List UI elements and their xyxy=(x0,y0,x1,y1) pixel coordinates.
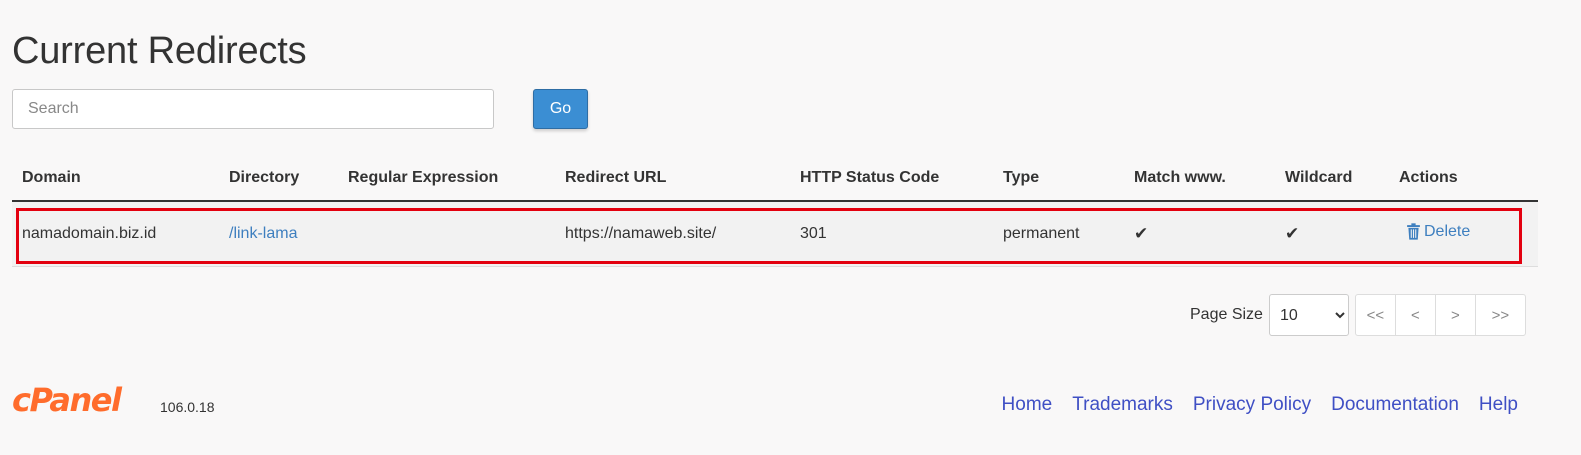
cpanel-logo[interactable]: cPanel xyxy=(12,383,158,417)
checkmark-icon: ✔ xyxy=(1134,224,1149,243)
cell-wildcard: ✔ xyxy=(1275,201,1389,267)
first-page-button[interactable]: << xyxy=(1354,294,1396,336)
table-row: namadomain.biz.id /link-lama https://nam… xyxy=(12,201,1538,267)
header-wildcard[interactable]: Wildcard xyxy=(1275,156,1389,202)
table-header-row: Domain Directory Regular Expression Redi… xyxy=(12,156,1538,202)
footer-links: Home Trademarks Privacy Policy Documenta… xyxy=(1002,394,1518,416)
last-page-button[interactable]: >> xyxy=(1474,294,1526,336)
page-size-select[interactable]: 10 xyxy=(1268,294,1349,336)
delete-label: Delete xyxy=(1424,222,1471,240)
header-directory[interactable]: Directory xyxy=(219,156,338,202)
header-regular-expression[interactable]: Regular Expression xyxy=(338,156,555,202)
version-number: 106.0.18 xyxy=(160,399,215,415)
search-input[interactable] xyxy=(12,89,494,129)
footer-link-help[interactable]: Help xyxy=(1479,394,1518,416)
header-redirect-url[interactable]: Redirect URL xyxy=(555,156,790,202)
header-match-www[interactable]: Match www. xyxy=(1124,156,1275,202)
cell-match-www: ✔ xyxy=(1124,201,1275,267)
checkmark-icon: ✔ xyxy=(1285,224,1300,243)
directory-link[interactable]: /link-lama xyxy=(229,225,297,242)
cell-regular-expression xyxy=(338,201,555,267)
go-button[interactable]: Go xyxy=(533,89,588,129)
cell-directory: /link-lama xyxy=(219,201,338,267)
footer-link-home[interactable]: Home xyxy=(1002,394,1053,416)
page-size-label: Page Size xyxy=(1190,306,1263,323)
next-page-button[interactable]: > xyxy=(1434,294,1476,336)
footer-link-trademarks[interactable]: Trademarks xyxy=(1072,394,1173,416)
cell-actions: Delete xyxy=(1389,201,1538,267)
page-title: Current Redirects xyxy=(12,30,307,72)
cell-redirect-url: https://namaweb.site/ xyxy=(555,201,790,267)
cell-type: permanent xyxy=(993,201,1124,267)
cell-domain: namadomain.biz.id xyxy=(12,201,219,267)
footer-link-documentation[interactable]: Documentation xyxy=(1331,394,1459,416)
cell-http-status-code: 301 xyxy=(790,201,993,267)
footer-branding: cPanel 106.0.18 xyxy=(12,383,215,417)
redirects-table: Domain Directory Regular Expression Redi… xyxy=(12,156,1538,267)
header-domain[interactable]: Domain xyxy=(12,156,219,202)
delete-button[interactable]: Delete xyxy=(1406,223,1470,241)
footer-link-privacy-policy[interactable]: Privacy Policy xyxy=(1193,394,1311,416)
pagination: Page Size 10 << < > >> xyxy=(1190,294,1526,336)
header-actions: Actions xyxy=(1389,156,1538,202)
pager-buttons: << < > >> xyxy=(1354,294,1526,336)
trash-icon xyxy=(1407,223,1420,240)
previous-page-button[interactable]: < xyxy=(1394,294,1436,336)
header-http-status-code[interactable]: HTTP Status Code xyxy=(790,156,993,202)
svg-text:cPanel: cPanel xyxy=(12,383,123,417)
header-type[interactable]: Type xyxy=(993,156,1124,202)
